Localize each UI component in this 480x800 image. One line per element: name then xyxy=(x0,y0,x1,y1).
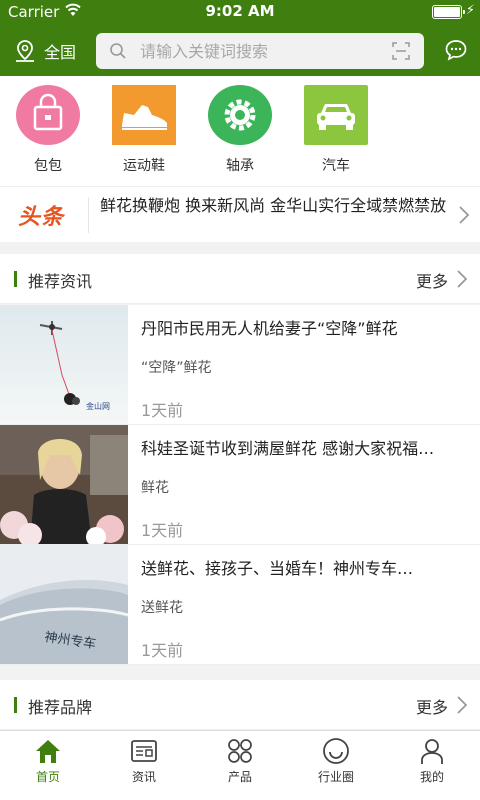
news-tag: 送鲜花 xyxy=(141,600,183,616)
grid-icon xyxy=(228,739,252,763)
news-tag: 鲜花 xyxy=(141,480,169,496)
category-cars[interactable]: 汽车 xyxy=(296,85,376,175)
thumbnail-watermark: 金山网 xyxy=(86,401,110,411)
tab-label: 我的 xyxy=(419,770,444,784)
search-box[interactable] xyxy=(96,33,424,69)
section-title: 推荐品牌 xyxy=(28,698,93,717)
category-grid: 包包 运动鞋 轴承 汽车 xyxy=(0,76,480,186)
tab-label: 首页 xyxy=(35,770,60,784)
gear-icon xyxy=(208,85,272,145)
scan-icon[interactable] xyxy=(392,42,410,60)
battery-icon xyxy=(432,5,465,19)
news-time: 1天前 xyxy=(141,521,184,540)
status-time: 9:02 AM xyxy=(205,2,275,20)
news-tag: “空降”鲜花 xyxy=(141,360,212,376)
tab-news[interactable]: 资讯 xyxy=(96,737,192,785)
category-label: 轴承 xyxy=(226,158,254,174)
news-item[interactable]: 科娃圣诞节收到满屋鲜花 感谢大家祝福… 鲜花 1天前 xyxy=(0,425,480,545)
chevron-right-icon[interactable] xyxy=(456,269,468,289)
tab-products[interactable]: 产品 xyxy=(192,737,288,785)
more-news-link[interactable]: 更多 xyxy=(416,268,448,292)
news-thumbnail: 神州专车 xyxy=(0,545,128,664)
headline-text[interactable]: 鲜花换鞭炮 换来新风尚 金华山实行全域禁燃禁放 xyxy=(100,195,450,216)
category-label: 汽车 xyxy=(322,158,350,174)
headline-logo: 头条 xyxy=(18,205,65,230)
location-label: 全国 xyxy=(44,43,77,62)
news-title: 送鲜花、接孩子、当婚车！神州专车… xyxy=(141,559,414,578)
more-brands-link[interactable]: 更多 xyxy=(416,694,448,718)
news-section-header: 推荐资讯 更多 xyxy=(0,254,480,304)
news-time: 1天前 xyxy=(141,401,184,420)
status-bar: Carrier 9:02 AM ⚡ xyxy=(0,0,480,24)
search-input[interactable] xyxy=(140,37,380,65)
section-accent xyxy=(14,697,17,713)
section-accent xyxy=(14,271,17,287)
home-icon xyxy=(36,740,60,763)
bottom-tab-bar: 首页 资讯 产品 行业圈 我的 xyxy=(0,730,480,800)
tab-mine[interactable]: 我的 xyxy=(384,737,480,785)
section-title: 推荐资讯 xyxy=(28,272,93,291)
news-title: 科娃圣诞节收到满屋鲜花 感谢大家祝福… xyxy=(141,439,435,458)
chevron-right-icon xyxy=(459,206,470,224)
tab-label: 行业圈 xyxy=(317,770,354,784)
category-bearings[interactable]: 轴承 xyxy=(200,85,280,175)
news-item[interactable]: 神州专车 送鲜花、接孩子、当婚车！神州专车… 送鲜花 1天前 xyxy=(0,545,480,665)
tab-label: 资讯 xyxy=(131,770,156,784)
smile-icon xyxy=(323,738,349,764)
person-icon xyxy=(421,739,443,764)
app-header: Carrier 9:02 AM ⚡ 全国 xyxy=(0,0,480,76)
news-item[interactable]: 金山网 丹阳市民用无人机给妻子“空降”鲜花 “空降”鲜花 1天前 xyxy=(0,305,480,425)
message-icon[interactable] xyxy=(444,38,468,62)
location-pin-icon xyxy=(16,40,34,62)
news-thumbnail: 金山网 xyxy=(0,305,128,424)
tab-label: 产品 xyxy=(227,770,252,784)
news-icon xyxy=(131,740,157,762)
tab-industry[interactable]: 行业圈 xyxy=(288,737,384,785)
location-selector[interactable]: 全国 xyxy=(14,38,76,64)
bag-icon xyxy=(16,85,80,145)
shoe-icon xyxy=(112,85,176,145)
category-label: 包包 xyxy=(34,158,62,174)
divider xyxy=(88,197,89,233)
category-sneakers[interactable]: 运动鞋 xyxy=(104,85,184,175)
news-title: 丹阳市民用无人机给妻子“空降”鲜花 xyxy=(141,319,398,338)
car-icon xyxy=(304,85,368,145)
brand-section-header: 推荐品牌 更多 xyxy=(0,680,480,730)
headline-ticker[interactable]: 头条 鲜花换鞭炮 换来新风尚 金华山实行全域禁燃禁放 xyxy=(0,186,480,242)
search-icon xyxy=(110,43,126,59)
news-thumbnail xyxy=(0,425,128,544)
charging-icon: ⚡ xyxy=(465,3,475,18)
tab-home[interactable]: 首页 xyxy=(0,737,96,785)
news-time: 1天前 xyxy=(141,641,184,660)
category-label: 运动鞋 xyxy=(123,158,165,174)
chevron-right-icon[interactable] xyxy=(456,695,468,715)
category-bags[interactable]: 包包 xyxy=(8,85,88,175)
